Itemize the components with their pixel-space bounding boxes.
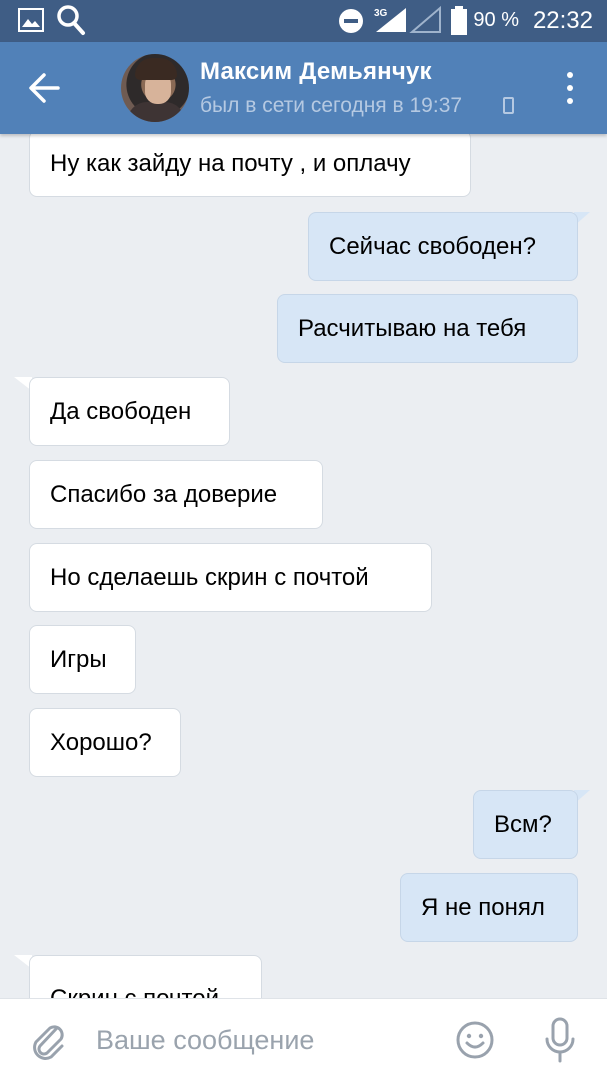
search-icon [57, 5, 85, 35]
network-type: 3G [374, 8, 388, 19]
message-incoming[interactable]: Хорошо? [29, 708, 181, 777]
message-incoming[interactable]: Да свободен [29, 377, 230, 446]
message-list[interactable]: Ну как зайду на почту , и оплачу Сейчас … [0, 134, 607, 998]
phone-icon [503, 97, 514, 114]
message-input[interactable] [96, 1019, 426, 1061]
message-outgoing[interactable]: Я не понял [400, 873, 578, 942]
message-incoming[interactable]: Спасибо за доверие [29, 460, 323, 529]
avatar[interactable] [121, 54, 189, 122]
message-outgoing[interactable]: Всм? [473, 790, 578, 859]
microphone-icon[interactable] [542, 1017, 578, 1063]
message-incoming[interactable]: Игры [29, 625, 136, 694]
message-incoming[interactable]: Ну как зайду на почту , и оплачу [29, 134, 471, 197]
message-incoming[interactable]: Скрин с почтой [29, 955, 262, 998]
message-outgoing[interactable]: Сейчас свободен? [308, 212, 578, 281]
contact-last-seen: был в сети сегодня в 19:37 [200, 94, 463, 117]
message-outgoing[interactable]: Расчитываю на тебя [277, 294, 578, 363]
battery-icon [451, 6, 467, 35]
back-arrow-icon[interactable] [20, 64, 68, 112]
more-vert-icon[interactable] [556, 66, 584, 110]
message-incoming[interactable]: Но сделаешь скрин с почтой [29, 543, 432, 612]
message-composer [0, 998, 607, 1080]
paperclip-icon[interactable] [28, 1019, 68, 1061]
gallery-icon [18, 8, 44, 32]
dnd-icon [339, 9, 363, 33]
battery-percent: 90 % [473, 9, 519, 31]
emoji-icon[interactable] [456, 1021, 494, 1059]
clock: 22:32 [532, 7, 593, 34]
signal-icon: 3G [374, 5, 441, 33]
status-bar: 3G 90 % 22:32 [0, 0, 607, 42]
chat-header: Максим Демьянчук был в сети сегодня в 19… [0, 42, 607, 134]
contact-name[interactable]: Максим Демьянчук [200, 58, 432, 86]
